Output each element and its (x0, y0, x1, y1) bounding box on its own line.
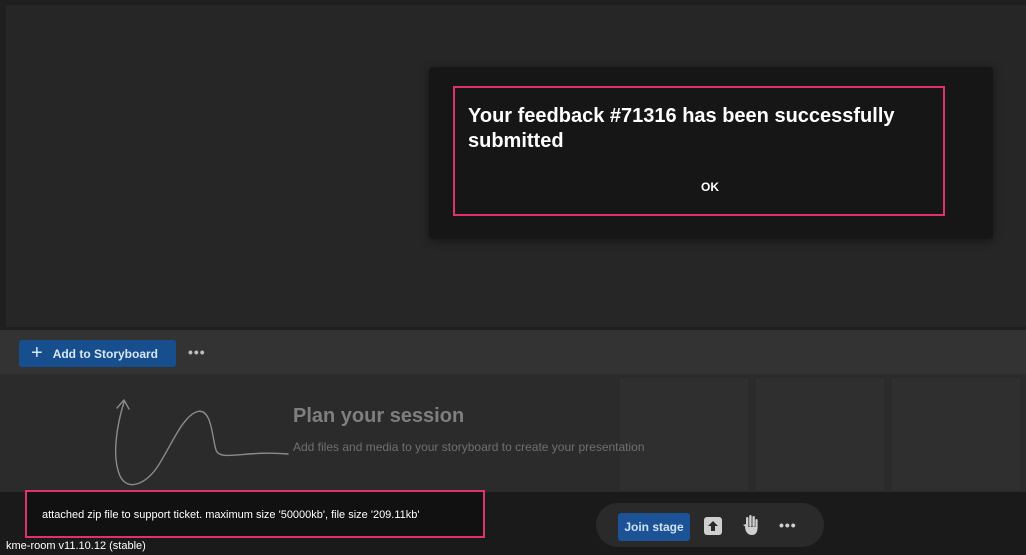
storyboard-more-button[interactable]: ••• (188, 343, 208, 361)
version-label: kme-room v11.10.12 (stable) (6, 540, 146, 552)
add-to-storyboard-label: Add to Storyboard (52, 346, 159, 361)
storyboard-slot (620, 378, 748, 490)
app-window: Your feedback #71316 has been successful… (0, 0, 1026, 555)
join-stage-button[interactable]: Join stage (618, 513, 690, 541)
controls-more-button[interactable]: ••• (779, 517, 797, 533)
ok-button[interactable]: OK (680, 176, 740, 198)
hand-icon (743, 515, 758, 535)
share-screen-button[interactable] (704, 517, 722, 535)
hand-drawn-arrow-icon (115, 399, 289, 486)
empty-storyboard-subtitle: Add files and media to your storyboard t… (293, 440, 645, 454)
storyboard-toolbar: + Add to Storyboard ••• (0, 330, 1026, 374)
toast-message: attached zip file to support ticket. max… (42, 509, 420, 521)
plus-icon: + (31, 341, 43, 364)
upload-arrow-icon (708, 521, 718, 531)
raise-hand-button[interactable] (742, 514, 760, 536)
feedback-confirmation-message: Your feedback #71316 has been successful… (468, 105, 895, 152)
storyboard-slot (892, 378, 1020, 490)
storyboard-slot (756, 378, 884, 490)
empty-storyboard-title: Plan your session (293, 405, 465, 427)
add-to-storyboard-button[interactable]: + Add to Storyboard (19, 340, 176, 367)
